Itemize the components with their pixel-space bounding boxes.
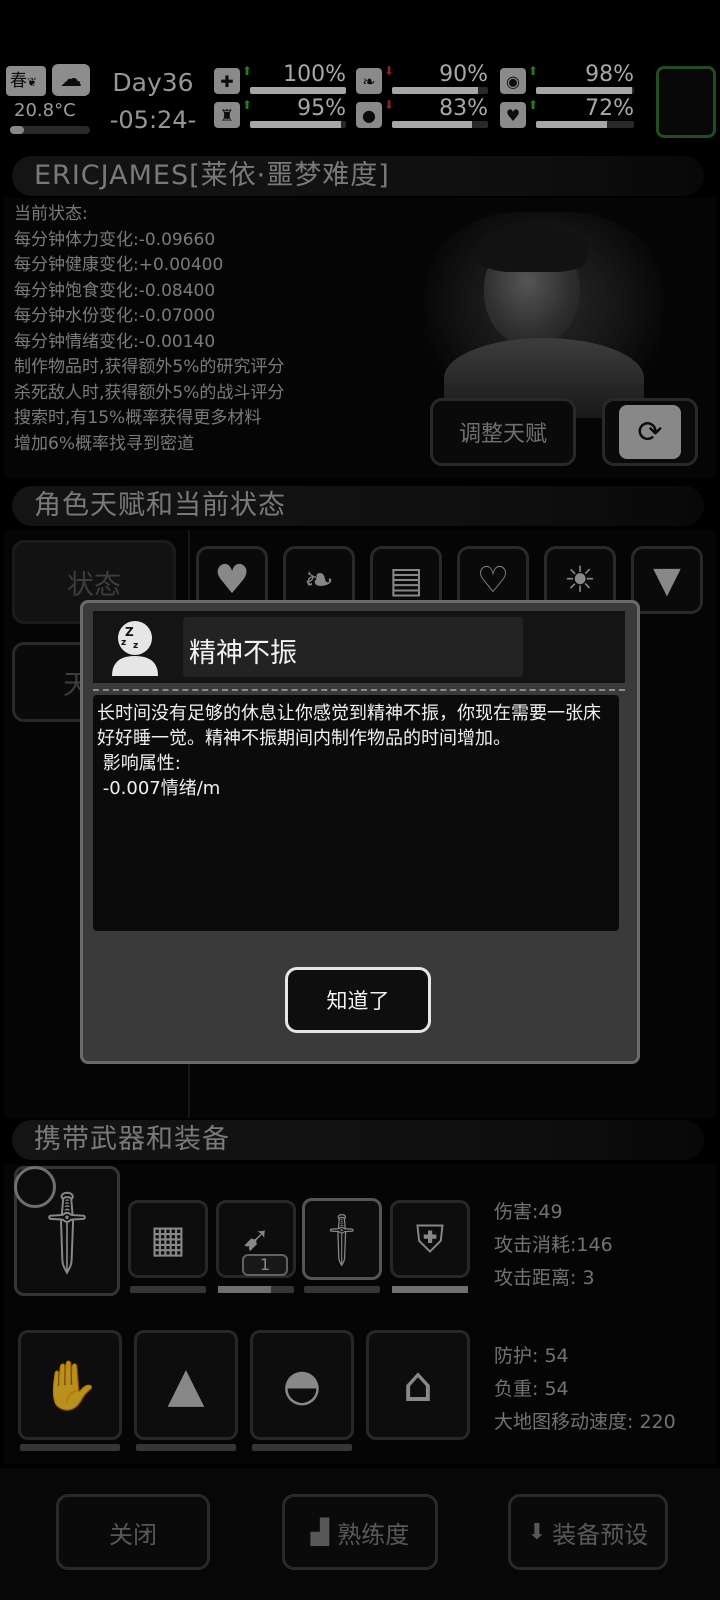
svg-text:z: z <box>121 638 126 648</box>
svg-text:Z: Z <box>125 625 134 639</box>
status-effect-dialog: Z z Z z z 精神不振 长时间没有足够的休息让你感觉到精神不振，你现在需要… <box>80 600 640 1064</box>
dialog-divider <box>93 689 625 691</box>
dialog-attr-label: 影响属性: <box>97 753 181 774</box>
dialog-title: 精神不振 <box>189 638 297 669</box>
dialog-body: 长时间没有足够的休息让你感觉到精神不振，你现在需要一张床好好睡一觉。精神不振期间… <box>93 695 619 931</box>
dialog-description: 长时间没有足够的休息让你感觉到精神不振，你现在需要一张床好好睡一觉。精神不振期间… <box>97 703 601 749</box>
dialog-title-box: 精神不振 <box>183 617 523 677</box>
dialog-attr-value: -0.007情绪/m <box>97 778 221 799</box>
sleepy-head-icon: Z z Z z z <box>97 615 173 679</box>
dialog-ok-button[interactable]: 知道了 <box>285 967 431 1033</box>
dialog-header: Z z Z z z 精神不振 <box>93 611 625 683</box>
svg-text:z: z <box>133 641 138 651</box>
